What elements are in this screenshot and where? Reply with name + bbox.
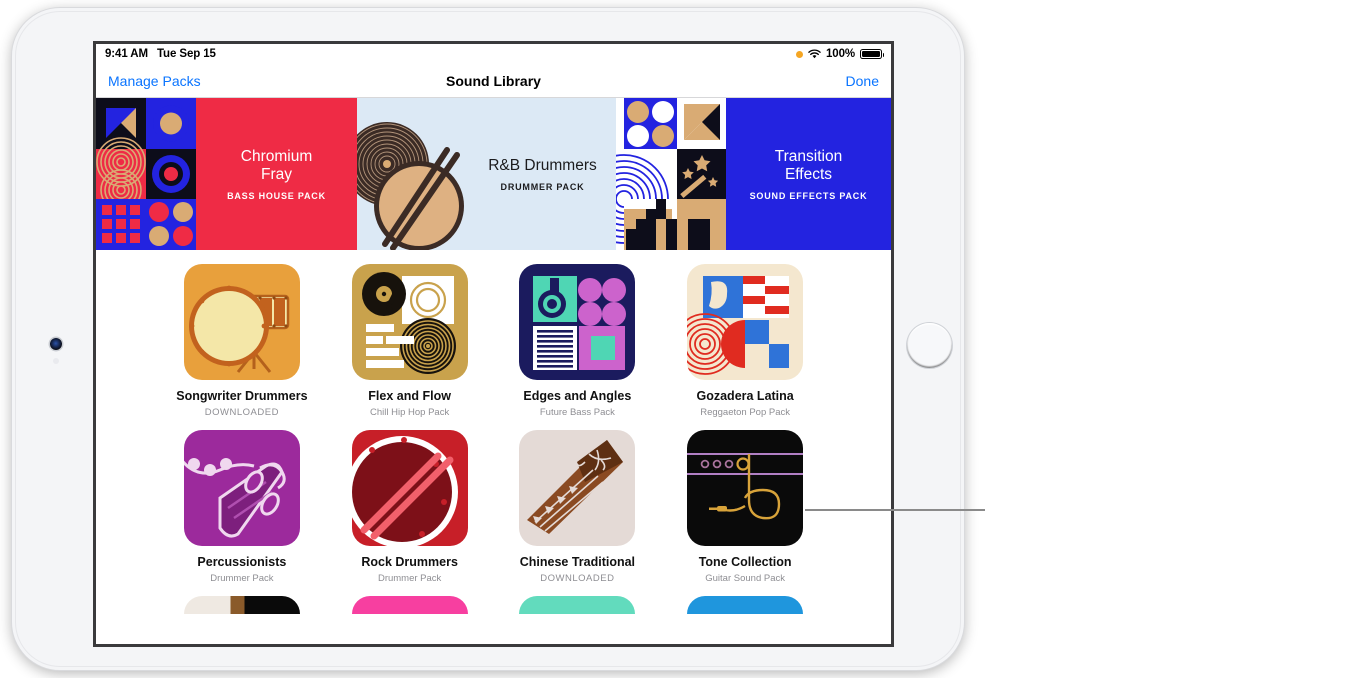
banner-text: Chromium Fray BASS HOUSE PACK xyxy=(196,148,357,201)
battery-full-icon xyxy=(860,48,885,60)
pack-tile-partial-1[interactable] xyxy=(158,596,326,614)
pack-tile-gozadera-latina[interactable]: Gozadera Latina Reggaeton Pop Pack xyxy=(661,264,829,418)
status-bar-left: 9:41 AM Tue Sep 15 xyxy=(105,48,216,60)
orange-dot-icon xyxy=(795,50,803,58)
pack-tile-percussionists[interactable]: Percussionists Drummer Pack xyxy=(158,430,326,584)
banner-title-line1: Transition xyxy=(774,147,843,165)
pack-artwork xyxy=(519,430,636,546)
pack-tile-chinese-traditional[interactable]: Chinese Traditional DOWNLOADED xyxy=(494,430,662,584)
ipad-device: 9:41 AM Tue Sep 15 100% Manage Packs Sou… xyxy=(12,8,964,670)
pack-subtitle: Drummer Pack xyxy=(210,573,274,584)
front-camera-icon xyxy=(50,338,62,350)
pack-tile-flex-and-flow[interactable]: Flex and Flow Chill Hip Hop Pack xyxy=(326,264,494,418)
banner-subtitle: DRUMMER PACK xyxy=(500,181,585,192)
ipad-screen: 9:41 AM Tue Sep 15 100% Manage Packs Sou… xyxy=(96,44,891,644)
pack-artwork xyxy=(687,264,804,380)
pack-subtitle: Chill Hip Hop Pack xyxy=(370,407,450,418)
banner-transition-effects[interactable]: Transition Effects SOUND EFFECTS PACK xyxy=(616,98,891,250)
banner-title-line1: Chromium xyxy=(240,147,313,165)
banner-subtitle: SOUND EFFECTS PACK xyxy=(749,190,868,201)
pack-name: Chinese Traditional xyxy=(519,555,636,569)
pack-artwork xyxy=(519,596,636,614)
banner-artwork xyxy=(96,98,196,250)
banner-chromium-fray[interactable]: Chromium Fray BASS HOUSE PACK xyxy=(96,98,357,250)
pack-tile-partial-4[interactable] xyxy=(661,596,829,614)
pack-name: Rock Drummers xyxy=(361,555,458,569)
pack-artwork xyxy=(687,596,804,614)
featured-banner-carousel[interactable]: Chromium Fray BASS HOUSE PACK R&B Drumme… xyxy=(96,98,891,250)
pack-subtitle: Guitar Sound Pack xyxy=(705,573,785,584)
home-button[interactable] xyxy=(907,323,952,368)
pack-tile-partial-3[interactable] xyxy=(494,596,662,614)
pack-artwork xyxy=(351,596,468,614)
banner-text: Transition Effects SOUND EFFECTS PACK xyxy=(726,148,891,201)
navigation-bar: Manage Packs Sound Library Done xyxy=(96,64,891,98)
pack-name: Percussionists xyxy=(197,555,287,569)
ambient-sensor-icon xyxy=(53,358,59,364)
sound-pack-grid: Songwriter Drummers DOWNLOADED Flex and … xyxy=(96,264,891,614)
status-date: Tue Sep 15 xyxy=(156,48,216,60)
pack-artwork xyxy=(351,430,468,546)
pack-subtitle: DOWNLOADED xyxy=(540,573,615,584)
pack-name: Tone Collection xyxy=(698,555,792,569)
pack-name: Flex and Flow xyxy=(368,389,451,403)
page-title: Sound Library xyxy=(446,72,541,89)
pack-subtitle: DOWNLOADED xyxy=(204,407,279,418)
pack-artwork xyxy=(183,430,300,546)
done-button[interactable]: Done xyxy=(846,73,879,89)
pack-name: Gozadera Latina xyxy=(696,389,794,403)
banner-subtitle: BASS HOUSE PACK xyxy=(227,190,326,201)
pack-tile-tone-collection[interactable]: Tone Collection Guitar Sound Pack xyxy=(661,430,829,584)
pack-artwork xyxy=(519,264,636,380)
banner-title-line1: R&B Drummers xyxy=(488,156,597,174)
pack-subtitle: Future Bass Pack xyxy=(539,407,615,418)
pack-tile-songwriter-drummers[interactable]: Songwriter Drummers DOWNLOADED xyxy=(158,264,326,418)
pack-name: Edges and Angles xyxy=(523,389,632,403)
banner-artwork xyxy=(357,98,469,250)
pack-artwork xyxy=(183,596,300,614)
pack-tile-rock-drummers[interactable]: Rock Drummers Drummer Pack xyxy=(326,430,494,584)
pack-artwork xyxy=(183,264,300,380)
banner-text: R&B Drummers DRUMMER PACK xyxy=(469,157,616,192)
banner-rb-drummers[interactable]: R&B Drummers DRUMMER PACK xyxy=(357,98,616,250)
status-bar: 9:41 AM Tue Sep 15 100% xyxy=(96,44,891,64)
pack-subtitle: Drummer Pack xyxy=(377,573,442,584)
manage-packs-button[interactable]: Manage Packs xyxy=(108,73,201,89)
pack-artwork xyxy=(687,430,804,546)
sound-pack-grid-scroll[interactable]: Songwriter Drummers DOWNLOADED Flex and … xyxy=(96,250,891,644)
wifi-icon xyxy=(808,49,821,59)
status-time: 9:41 AM xyxy=(105,48,148,60)
pack-tile-edges-and-angles[interactable]: Edges and Angles Future Bass Pack xyxy=(494,264,662,418)
battery-percent-label: 100% xyxy=(825,48,855,60)
banner-title-line2: Effects xyxy=(784,165,833,183)
pack-artwork xyxy=(351,264,468,380)
screenshot-root: 9:41 AM Tue Sep 15 100% Manage Packs Sou… xyxy=(0,0,1370,678)
banner-artwork xyxy=(616,98,726,250)
pack-subtitle: Reggaeton Pop Pack xyxy=(700,407,791,418)
pack-tile-partial-2[interactable] xyxy=(326,596,494,614)
status-bar-right: 100% xyxy=(795,48,885,60)
callout-line xyxy=(805,509,985,511)
banner-title-line2: Fray xyxy=(261,165,292,183)
pack-name: Songwriter Drummers xyxy=(176,389,308,403)
